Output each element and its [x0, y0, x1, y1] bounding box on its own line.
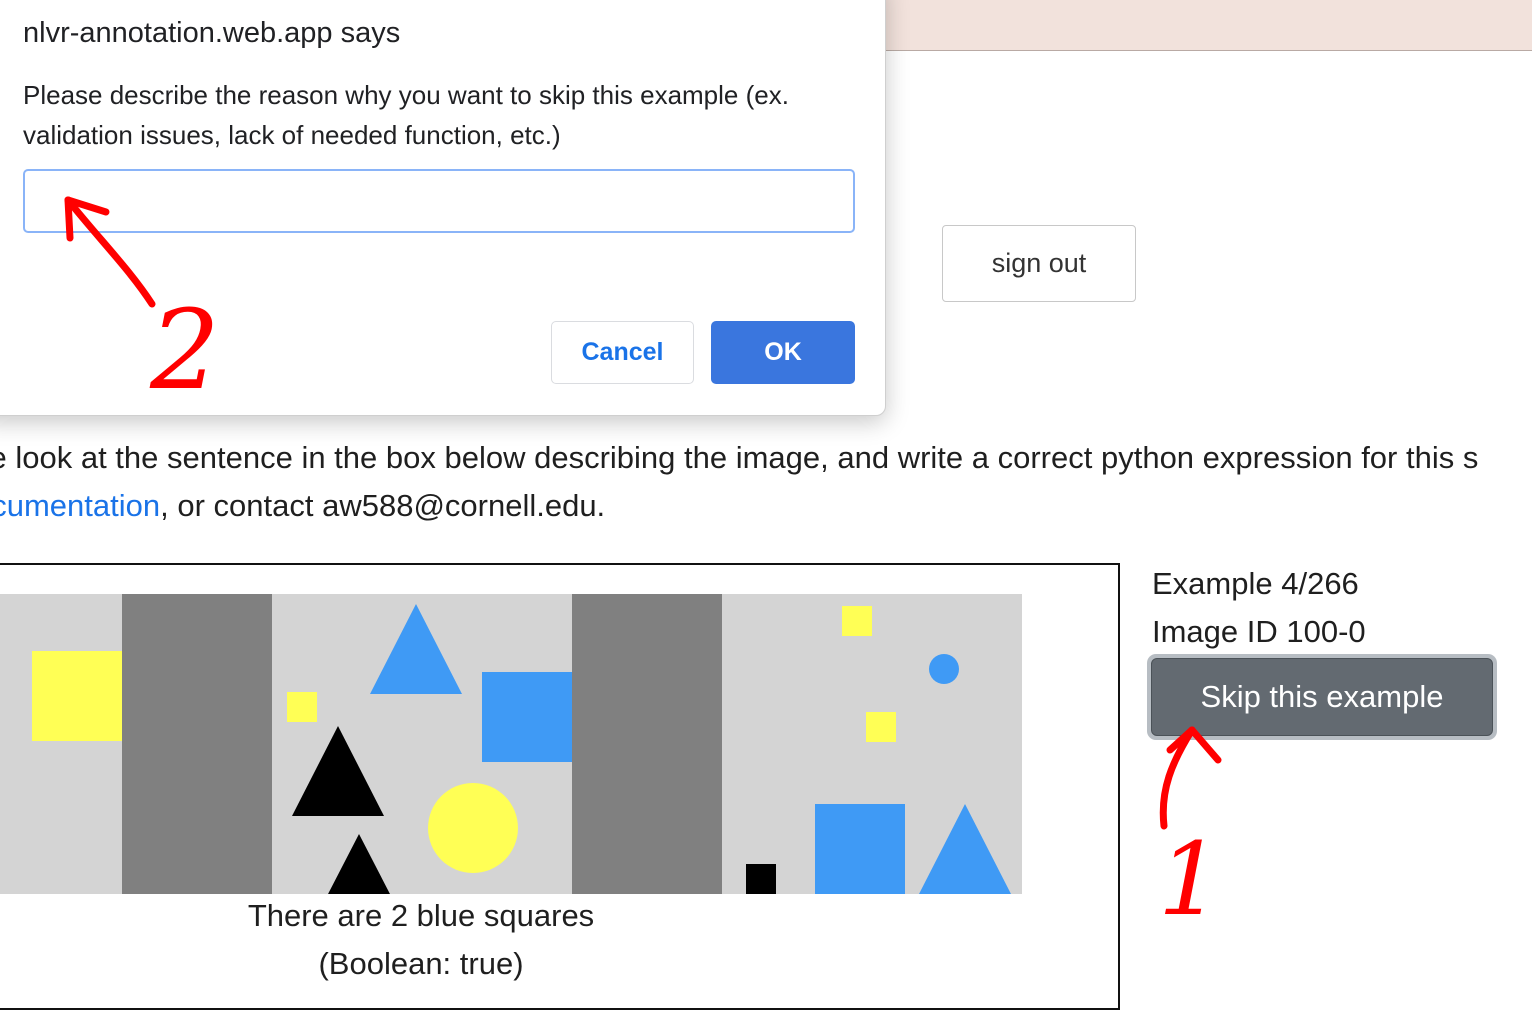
black-square-shape [746, 864, 776, 894]
instructions-line-2: ocumentation, or contact aw588@cornell.e… [0, 482, 1532, 530]
instructions-line-1: se look at the sentence in the box below… [0, 440, 1479, 475]
blue-triangle-shape [919, 804, 1011, 894]
blue-circle-shape [929, 654, 959, 684]
yellow-circle-shape [428, 783, 518, 873]
black-triangle-shape [292, 726, 384, 816]
dialog-title: nlvr-annotation.web.app says [23, 17, 401, 49]
blue-triangle-shape [370, 604, 462, 694]
example-sentence: There are 2 blue squares [247, 898, 595, 933]
sign-out-button[interactable]: sign out [942, 225, 1136, 302]
example-boolean-label: (Boolean: true) [318, 946, 524, 981]
contact-text: , or contact aw588@cornell.edu. [160, 488, 606, 523]
blue-square-shape [815, 804, 905, 894]
blue-square-shape [482, 672, 572, 762]
annotation-arrow-1 [1159, 726, 1222, 830]
cancel-button[interactable]: Cancel [551, 321, 694, 384]
yellow-square-shape [32, 651, 122, 741]
panel-separator [122, 594, 272, 894]
yellow-square-shape [842, 606, 872, 636]
skip-example-label: Skip this example [1151, 658, 1493, 736]
example-counter: Example 4/266 [1152, 566, 1359, 601]
skip-example-button[interactable]: Skip this example [1147, 654, 1497, 740]
example-image [0, 594, 1022, 894]
annotation-label-1: 1 [1158, 821, 1222, 938]
page: sign out se look at the sentence in the … [0, 0, 1532, 1016]
black-triangle-shape [328, 834, 390, 894]
skip-reason-input[interactable] [23, 169, 855, 233]
panel-separator [572, 594, 722, 894]
prompt-dialog: nlvr-annotation.web.app says Please desc… [0, 0, 886, 416]
ok-button[interactable]: OK [711, 321, 855, 384]
documentation-link[interactable]: ocumentation [0, 488, 160, 523]
image-id: Image ID 100-0 [1152, 614, 1366, 649]
yellow-square-shape [287, 692, 317, 722]
instructions-text: se look at the sentence in the box below… [0, 434, 1532, 530]
dialog-message: Please describe the reason why you want … [23, 80, 789, 150]
yellow-square-shape [866, 712, 896, 742]
